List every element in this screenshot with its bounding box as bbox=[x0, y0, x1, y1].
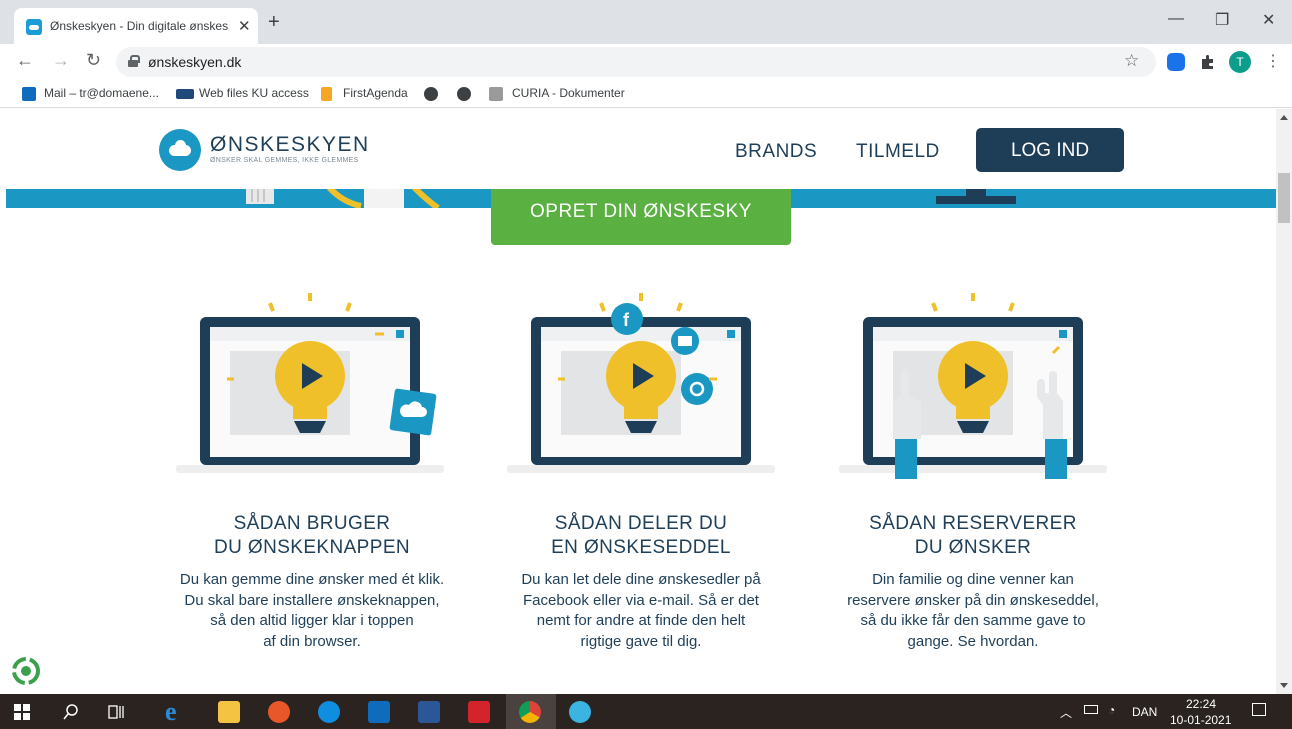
feature-title-line: DU ØNSKER bbox=[914, 537, 1032, 558]
wishbutton-illustration bbox=[176, 293, 444, 473]
feature-desc-line: så du ikke får den samme gave to bbox=[860, 612, 1086, 629]
feature-title-line: SÅDAN BRUGER bbox=[233, 513, 391, 534]
scrollbar-thumb[interactable] bbox=[1278, 173, 1290, 223]
menu-icon[interactable]: ⋮ bbox=[1265, 51, 1281, 71]
file-explorer-icon[interactable] bbox=[218, 701, 240, 723]
cloud-logo-icon[interactable] bbox=[159, 129, 201, 171]
browser-tab[interactable]: Ønskeskyen - Din digitale ønskes ✕ bbox=[14, 8, 258, 44]
feature-desc-line: rigtige gave til dig. bbox=[580, 632, 702, 650]
feature-desc-reserve: Din familie og dine venner kan reservere… bbox=[818, 570, 1128, 652]
outlook-icon[interactable] bbox=[368, 701, 390, 723]
firefox-icon[interactable] bbox=[268, 701, 290, 723]
feature-title-line: DU ØNSKEKNAPPEN bbox=[213, 537, 411, 558]
feature-title-share: SÅDAN DELER DU EN ØNSKESEDDEL bbox=[491, 512, 791, 560]
feature-desc-wishbutton: Du kan gemme dine ønsker med ét klik. Du… bbox=[157, 570, 467, 652]
ku-icon bbox=[176, 89, 194, 99]
feature-desc-line: Du skal bare installere ønskeknappen, bbox=[184, 591, 440, 609]
window-close-icon[interactable]: ✕ bbox=[1262, 10, 1275, 30]
curia-icon bbox=[489, 87, 503, 101]
logo-tagline: ØNSKER SKAL GEMMES, IKKE GLEMMES bbox=[210, 157, 359, 164]
tab-close-icon[interactable]: ✕ bbox=[238, 17, 251, 35]
new-tab-button[interactable]: + bbox=[268, 12, 280, 32]
clock-date[interactable]: 10-01-2021 bbox=[1170, 713, 1231, 727]
feature-desc-share: Du kan let dele dine ønskesedler på Face… bbox=[486, 570, 796, 652]
globe-icon[interactable] bbox=[457, 87, 471, 101]
feature-desc-line: Din familie og dine venner kan bbox=[872, 571, 1074, 588]
site-favicon-icon bbox=[26, 19, 42, 35]
nav-brands[interactable]: BRANDS bbox=[735, 141, 817, 163]
nav-signup[interactable]: TILMELD bbox=[856, 141, 940, 163]
forward-icon[interactable]: → bbox=[52, 50, 70, 71]
feature-desc-line: reservere ønsker på din ønskeseddel, bbox=[847, 591, 1099, 609]
feature-desc-line: Du kan let dele dine ønskesedler på bbox=[521, 571, 761, 588]
windows-start-icon[interactable] bbox=[14, 704, 30, 720]
bookmark-star-icon[interactable]: ☆ bbox=[1124, 51, 1139, 71]
tray-chevron-icon[interactable]: ︿ bbox=[1060, 704, 1072, 721]
task-view-icon[interactable] bbox=[108, 704, 126, 720]
page-viewport: ØNSKESKYEN ØNSKER SKAL GEMMES, IKKE GLEM… bbox=[0, 109, 1276, 694]
create-wishcloud-button[interactable]: OPRET DIN ØNSKESKY bbox=[491, 189, 791, 245]
feature-desc-line: gange. Se hvordan. bbox=[907, 632, 1039, 650]
windows-taskbar: e ︿ ◔ DAN 22:24 10-01-2021 bbox=[0, 694, 1292, 729]
bookmark-web-files[interactable]: Web files KU access bbox=[199, 86, 309, 100]
feature-desc-line: nemt for andre at finde den helt bbox=[536, 612, 746, 629]
acrobat-icon[interactable] bbox=[468, 701, 490, 723]
reserve-illustration bbox=[839, 293, 1107, 479]
feature-desc-line: så den altid ligger klar i toppen bbox=[210, 612, 414, 629]
notifications-icon[interactable] bbox=[1252, 703, 1266, 716]
svg-text:f: f bbox=[623, 310, 630, 330]
feature-title-line: SÅDAN DELER DU bbox=[554, 513, 728, 534]
extensions-puzzle-icon[interactable] bbox=[1199, 53, 1217, 71]
wifi-icon[interactable]: ◔ bbox=[1108, 703, 1115, 717]
login-button[interactable]: LOG IND bbox=[976, 128, 1124, 172]
bookmark-mail[interactable]: Mail – tr@domaene... bbox=[44, 86, 159, 100]
profile-avatar[interactable]: T bbox=[1229, 51, 1251, 73]
back-icon[interactable]: ← bbox=[16, 50, 34, 71]
url-text: ønskeskyen.dk bbox=[148, 54, 242, 70]
battery-icon[interactable] bbox=[1084, 705, 1098, 714]
search-icon[interactable] bbox=[62, 703, 80, 721]
globe-icon[interactable] bbox=[424, 87, 438, 101]
address-bar[interactable]: ønskeskyen.dk ☆ bbox=[116, 47, 1156, 77]
tab-title: Ønskeskyen - Din digitale ønskes bbox=[50, 19, 229, 33]
floating-widget-icon[interactable] bbox=[10, 655, 42, 687]
feature-title-line: EN ØNSKESEDDEL bbox=[551, 537, 731, 558]
restore-icon[interactable]: ❐ bbox=[1215, 10, 1229, 30]
scroll-up-icon[interactable] bbox=[1280, 115, 1288, 120]
browser-toolbar: ← → ↻ ønskeskyen.dk ☆ T ⋮ bbox=[0, 44, 1292, 80]
word-icon[interactable] bbox=[418, 701, 440, 723]
feature-desc-line: Du kan gemme dine ønsker med ét klik. bbox=[179, 571, 445, 588]
outlook-icon bbox=[22, 87, 36, 101]
share-illustration: f bbox=[507, 293, 775, 473]
feature-desc-line: af din browser. bbox=[263, 632, 361, 650]
extension-shield-icon[interactable] bbox=[1167, 53, 1185, 71]
lock-icon bbox=[128, 55, 140, 67]
bookmark-firstagenda[interactable]: FirstAgenda bbox=[343, 86, 408, 100]
clock-time[interactable]: 22:24 bbox=[1186, 697, 1216, 711]
ie-icon[interactable]: e bbox=[165, 699, 187, 725]
feature-title-line: SÅDAN RESERVERER bbox=[869, 513, 1077, 534]
vertical-scrollbar[interactable] bbox=[1276, 109, 1292, 694]
language-indicator[interactable]: DAN bbox=[1132, 705, 1157, 719]
reload-icon[interactable]: ↻ bbox=[86, 50, 101, 71]
firstagenda-icon bbox=[321, 87, 332, 101]
minimize-icon[interactable]: — bbox=[1168, 10, 1184, 28]
logo-name[interactable]: ØNSKESKYEN bbox=[210, 133, 370, 157]
feature-desc-line: Facebook eller via e-mail. Så er det bbox=[523, 591, 759, 609]
bookmarks-bar: Mail – tr@domaene... Web files KU access… bbox=[0, 80, 1292, 108]
chrome-icon[interactable] bbox=[519, 701, 541, 723]
skype-icon[interactable] bbox=[318, 701, 340, 723]
bookmark-curia[interactable]: CURIA - Dokumenter bbox=[512, 86, 625, 100]
globe-app-icon[interactable] bbox=[569, 701, 591, 723]
tab-strip: Ønskeskyen - Din digitale ønskes ✕ + — ❐… bbox=[0, 0, 1292, 44]
feature-title-wishbutton: SÅDAN BRUGER DU ØNSKEKNAPPEN bbox=[162, 512, 462, 560]
feature-title-reserve: SÅDAN RESERVERER DU ØNSKER bbox=[823, 512, 1123, 560]
site-header: ØNSKESKYEN ØNSKER SKAL GEMMES, IKKE GLEM… bbox=[0, 109, 1276, 189]
scroll-down-icon[interactable] bbox=[1280, 683, 1288, 688]
